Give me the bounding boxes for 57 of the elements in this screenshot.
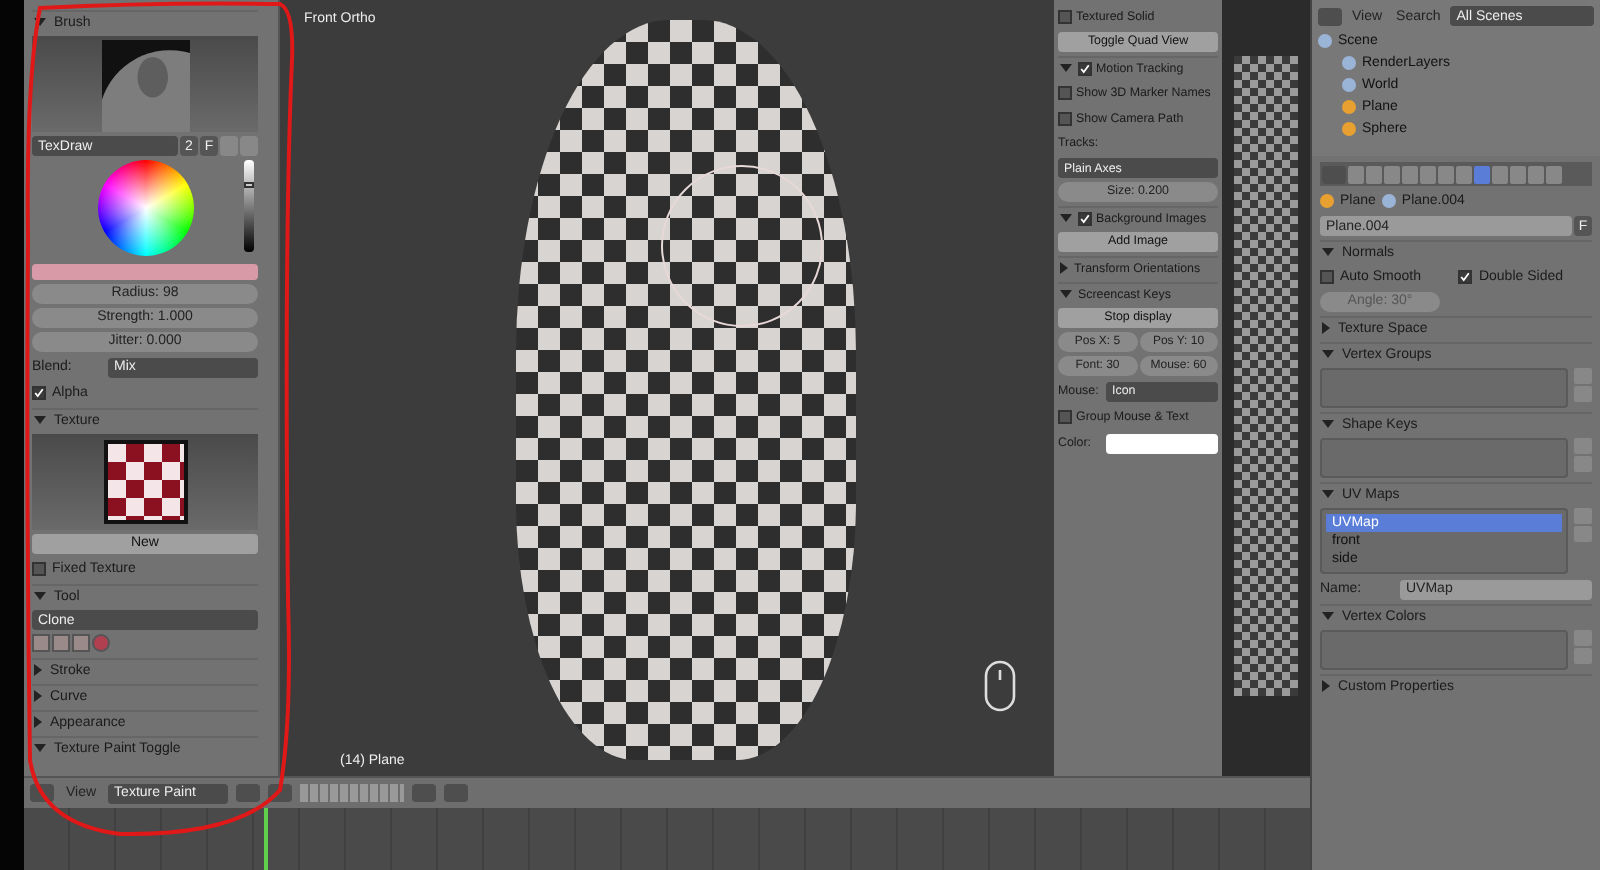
properties-tab[interactable] <box>1366 165 1382 183</box>
color-wheel[interactable] <box>97 160 193 256</box>
checkbox[interactable] <box>1058 112 1072 126</box>
expand-arrow-icon[interactable] <box>1322 612 1334 620</box>
properties-tab[interactable] <box>1510 165 1526 183</box>
slider-thumb[interactable] <box>244 181 254 187</box>
expand-arrow-icon[interactable] <box>34 416 46 424</box>
expand-arrow-icon[interactable] <box>1322 680 1330 692</box>
expand-arrow-icon[interactable] <box>1322 322 1330 334</box>
properties-tab[interactable] <box>1384 165 1400 183</box>
checkbox[interactable] <box>1058 10 1072 24</box>
expand-arrow-icon[interactable] <box>1060 262 1068 274</box>
properties-tab[interactable] <box>1546 165 1562 183</box>
properties-tab[interactable] <box>1474 165 1490 183</box>
expand-arrow-icon[interactable] <box>1322 420 1334 428</box>
timeline[interactable] <box>24 808 1310 870</box>
list-box[interactable] <box>1320 438 1568 478</box>
expand-arrow-icon[interactable] <box>1322 350 1334 358</box>
checkbox[interactable] <box>1058 410 1072 424</box>
properties-tab[interactable] <box>1438 165 1454 183</box>
checkbox[interactable] <box>1078 211 1092 225</box>
properties-tab[interactable] <box>1402 165 1418 183</box>
layers-grid-icon[interactable] <box>300 784 405 802</box>
list-box[interactable] <box>1320 368 1568 408</box>
expand-arrow-icon[interactable] <box>34 18 46 26</box>
expand-arrow-icon[interactable] <box>34 690 42 702</box>
properties-tab[interactable] <box>1528 165 1544 183</box>
properties-tab[interactable] <box>1420 165 1436 183</box>
expand-arrow-icon[interactable] <box>1322 248 1334 256</box>
properties-tab[interactable] <box>1348 165 1364 183</box>
expand-arrow-icon[interactable] <box>34 716 42 728</box>
color-swatch[interactable] <box>1106 433 1218 453</box>
checker-texture-preview[interactable] <box>103 440 187 524</box>
expand-arrow-icon[interactable] <box>1060 290 1072 298</box>
mouse-icon <box>984 660 1016 712</box>
properties-tab[interactable] <box>1492 165 1508 183</box>
expand-arrow-icon[interactable] <box>34 664 42 676</box>
color-swatch[interactable] <box>32 264 258 280</box>
properties-tab[interactable] <box>1456 165 1472 183</box>
frame-cursor[interactable] <box>264 808 268 870</box>
checkbox[interactable] <box>32 386 46 400</box>
checkbox[interactable] <box>1320 270 1334 284</box>
expand-arrow-icon[interactable] <box>1322 490 1334 498</box>
checkbox[interactable] <box>1458 270 1473 284</box>
checkbox[interactable] <box>1058 86 1072 100</box>
list-box[interactable] <box>1320 630 1568 670</box>
checkbox[interactable] <box>32 562 46 576</box>
checkbox[interactable] <box>1078 61 1092 75</box>
scene-icon <box>1318 33 1332 47</box>
object-icon <box>1320 194 1334 208</box>
brush-preview[interactable] <box>32 36 258 132</box>
expand-arrow-icon[interactable] <box>34 592 46 600</box>
sphere-preview-icon <box>101 36 189 132</box>
brush-circle-icon <box>660 164 824 328</box>
mesh-icon <box>1381 194 1396 208</box>
value-slider[interactable] <box>244 160 254 252</box>
expand-arrow-icon[interactable] <box>34 744 46 752</box>
